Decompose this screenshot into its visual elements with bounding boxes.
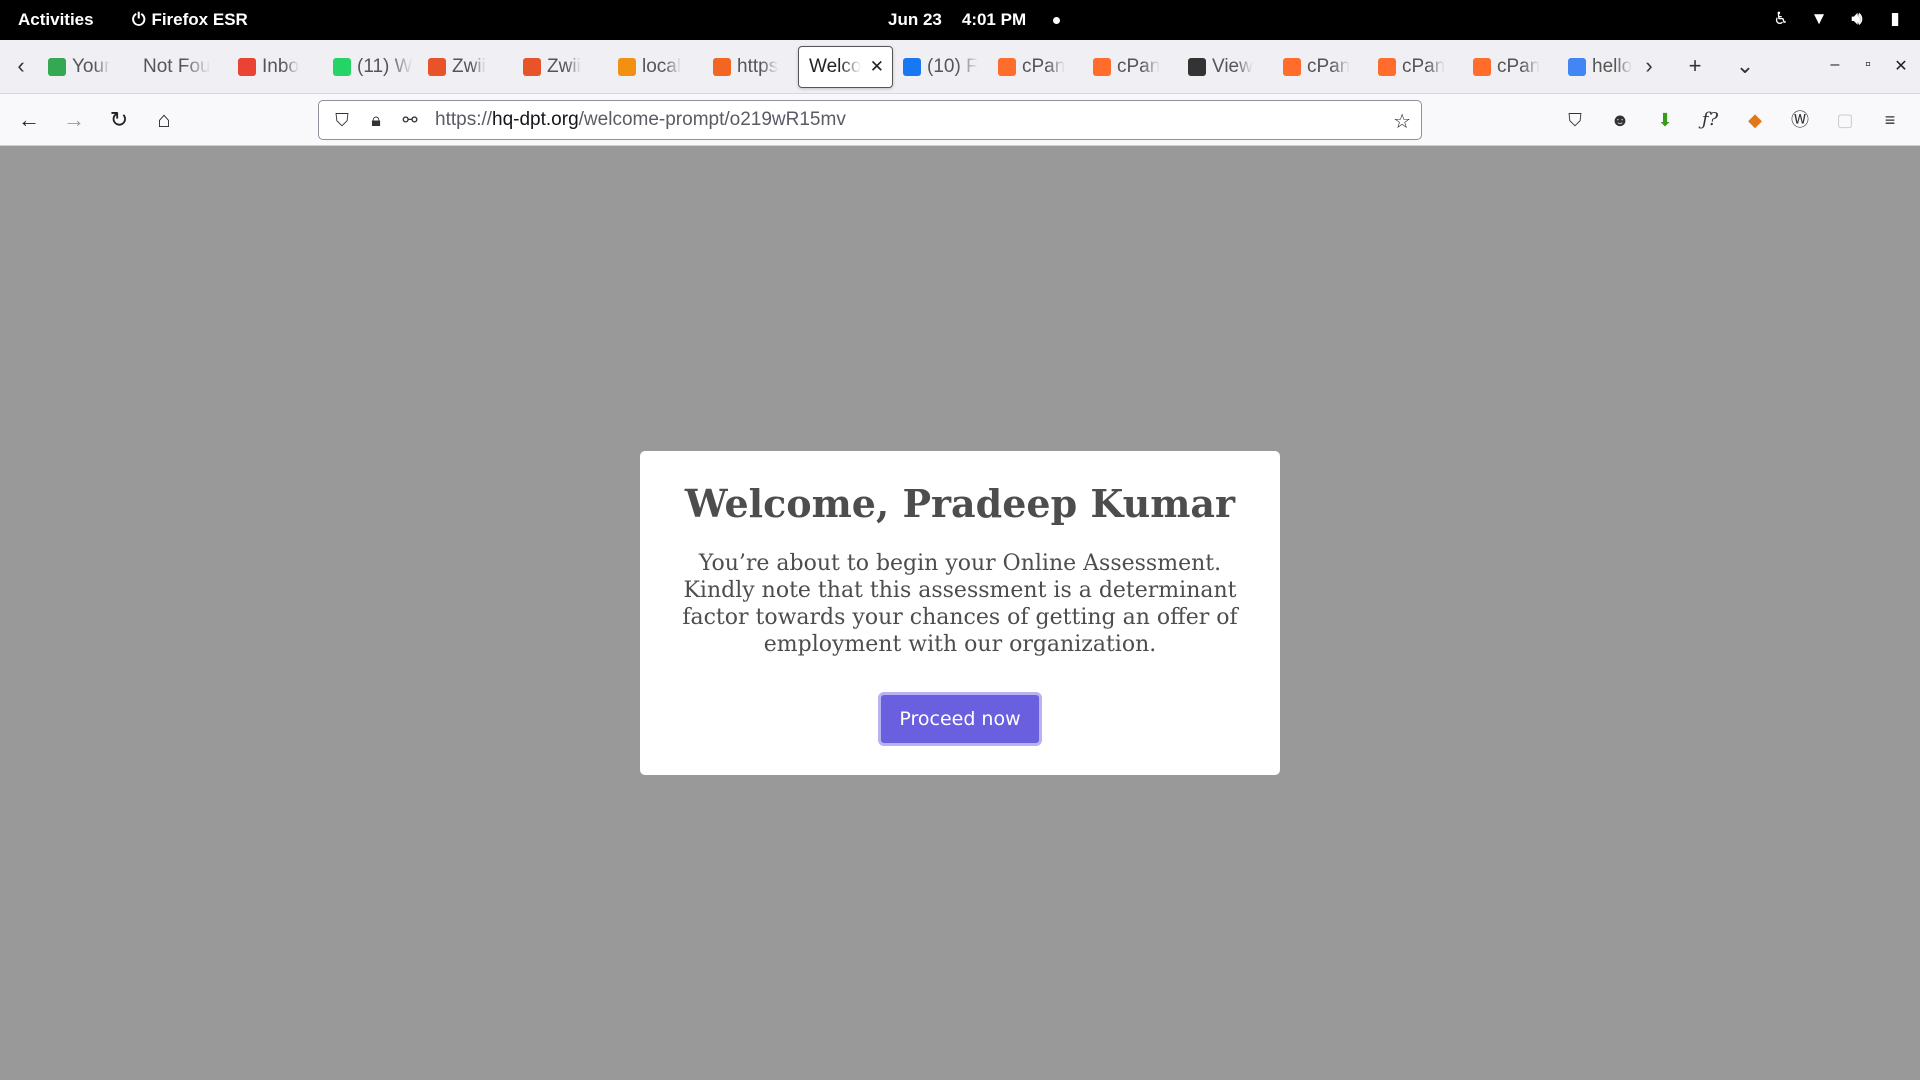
lock-icon[interactable]: 🔒︎: [365, 109, 387, 131]
menu-hamburger-icon[interactable]: ≡: [1877, 107, 1903, 133]
tab[interactable]: cPan: [1463, 46, 1558, 88]
tab-label: cPan: [1022, 56, 1066, 77]
tab-active[interactable]: Welco ✕: [798, 46, 893, 88]
tab[interactable]: Your: [38, 46, 133, 88]
tab-label: cPan: [1307, 56, 1351, 77]
tab-bar: ‹ Your Not Fou Inbo (11) W Zwii Zwii local http…: [0, 40, 1920, 94]
url-bar[interactable]: ⛉ 🔒︎ ⚯ https://hq-dpt.org/welcome-prompt…: [318, 100, 1422, 140]
app-name: Firefox ESR: [151, 10, 248, 29]
minimize-icon[interactable]: –: [1824, 56, 1846, 74]
tab[interactable]: cPan: [1083, 46, 1178, 88]
cpanel-icon: [1473, 58, 1491, 76]
tab[interactable]: cPan: [1368, 46, 1463, 88]
tab-label: (10) F: [927, 56, 978, 77]
wordpress-icon[interactable]: Ⓦ: [1787, 107, 1813, 133]
back-arrow-icon[interactable]: ←: [14, 105, 44, 135]
cpanel-icon: [1093, 58, 1111, 76]
url-scheme: https://: [435, 109, 493, 130]
tracking-shield-icon[interactable]: ⛉: [331, 109, 353, 131]
navigation-bar: ← → ↻ ⌂ ⛉ 🔒︎ ⚯ https://hq-dpt.org/welcom…: [0, 94, 1920, 146]
download-extension-icon[interactable]: ⬇: [1652, 107, 1678, 133]
extension-avatar-icon[interactable]: ☻: [1607, 107, 1633, 133]
date-label: Jun 23: [888, 10, 942, 29]
tab-label: https: [737, 56, 779, 77]
welcome-title: Welcome, Pradeep Kumar: [684, 481, 1236, 526]
tab[interactable]: (10) F: [893, 46, 988, 88]
tab-label: cPan: [1497, 56, 1541, 77]
tab[interactable]: cPan: [1273, 46, 1368, 88]
reload-icon[interactable]: ↻: [104, 105, 134, 135]
close-tab-icon[interactable]: ✕: [870, 57, 884, 77]
tabs-scroll-left-icon[interactable]: ‹: [8, 52, 34, 82]
tab-label: Zwii: [452, 56, 486, 77]
font-finder-icon[interactable]: ƒ?: [1697, 107, 1723, 133]
battery-icon[interactable]: ▮: [1884, 8, 1906, 30]
cpanel-icon: [1378, 58, 1396, 76]
facebook-icon: [903, 58, 921, 76]
tab-label: Inbo: [262, 56, 299, 77]
tab-label: Welco: [809, 56, 862, 77]
tab-label: Your: [72, 56, 111, 77]
tab[interactable]: (11) W: [323, 46, 418, 88]
tab-label: Zwii: [547, 56, 581, 77]
url-host: hq-dpt.org: [492, 109, 579, 130]
list-all-tabs-icon[interactable]: ⌄: [1730, 52, 1760, 80]
wifi-icon[interactable]: ▼: [1808, 8, 1830, 30]
tab[interactable]: View: [1178, 46, 1273, 88]
forward-arrow-icon[interactable]: →: [59, 105, 89, 135]
new-tab-icon[interactable]: +: [1680, 52, 1710, 80]
activities-button[interactable]: Activities: [18, 10, 94, 30]
google-icon: [48, 58, 66, 76]
page-viewport: Welcome, Pradeep Kumar You’re about to b…: [0, 146, 1920, 1080]
bookmark-star-icon[interactable]: ☆: [1393, 109, 1411, 134]
tab-label: local: [642, 56, 682, 77]
welcome-dialog: Welcome, Pradeep Kumar You’re about to b…: [640, 451, 1280, 775]
cpanel-icon: [998, 58, 1016, 76]
tab[interactable]: local: [608, 46, 703, 88]
tab[interactable]: Inbo: [228, 46, 323, 88]
tab[interactable]: Zwii: [418, 46, 513, 88]
gmail-icon: [238, 58, 256, 76]
whatsapp-icon: [333, 58, 351, 76]
ringcentral-icon: [713, 58, 731, 76]
tabs-scroll-right-icon[interactable]: ›: [1634, 52, 1664, 80]
tab[interactable]: Not Fou: [133, 46, 228, 88]
tab-label: Not Fou: [143, 56, 211, 77]
maximize-icon[interactable]: ▫: [1857, 56, 1879, 74]
accessibility-icon[interactable]: ♿: [1770, 8, 1792, 30]
metamask-icon[interactable]: ◆: [1742, 107, 1768, 133]
google-icon: [1568, 58, 1586, 76]
tab-label: View: [1212, 56, 1253, 77]
tab-label: hello: [1592, 56, 1633, 77]
extension-placeholder-icon[interactable]: ▢: [1832, 107, 1858, 133]
helm-icon: [1188, 58, 1206, 76]
tab[interactable]: Zwii: [513, 46, 608, 88]
app-menu[interactable]: ⏻ Firefox ESR: [132, 10, 248, 30]
pocket-icon[interactable]: ⛉: [1562, 107, 1588, 133]
close-window-icon[interactable]: ✕: [1890, 56, 1912, 76]
time-label: 4:01 PM: [961, 10, 1027, 29]
system-tray[interactable]: ♿ ▼ 🔊︎ ▮: [1770, 8, 1906, 30]
proceed-now-button[interactable]: Proceed now: [878, 692, 1042, 746]
tab-label: cPan: [1117, 56, 1161, 77]
permissions-icon[interactable]: ⚯: [399, 109, 421, 131]
tab[interactable]: cPan: [988, 46, 1083, 88]
phpmyadmin-icon: [618, 58, 636, 76]
home-icon[interactable]: ⌂: [149, 105, 179, 135]
clock[interactable]: Jun 23 4:01 PM: [888, 10, 1026, 30]
zwii-icon: [523, 58, 541, 76]
notification-dot: [1053, 17, 1060, 24]
tab-label: (11) W: [357, 56, 413, 77]
tab-strip: Your Not Fou Inbo (11) W Zwii Zwii local https W…: [38, 46, 1653, 88]
volume-icon[interactable]: 🔊︎: [1846, 8, 1868, 30]
cpanel-icon: [1283, 58, 1301, 76]
system-top-bar: Activities ⏻ Firefox ESR Jun 23 4:01 PM …: [0, 0, 1920, 40]
zwii-icon: [428, 58, 446, 76]
firefox-icon: ⏻: [132, 10, 146, 29]
tab-label: cPan: [1402, 56, 1446, 77]
assessment-message: You’re about to begin your Online Assess…: [682, 551, 1238, 657]
url-path: /welcome-prompt/o219wR15mv: [578, 109, 846, 130]
url-text[interactable]: https://hq-dpt.org/welcome-prompt/o219wR…: [435, 109, 846, 131]
tab[interactable]: https: [703, 46, 798, 88]
